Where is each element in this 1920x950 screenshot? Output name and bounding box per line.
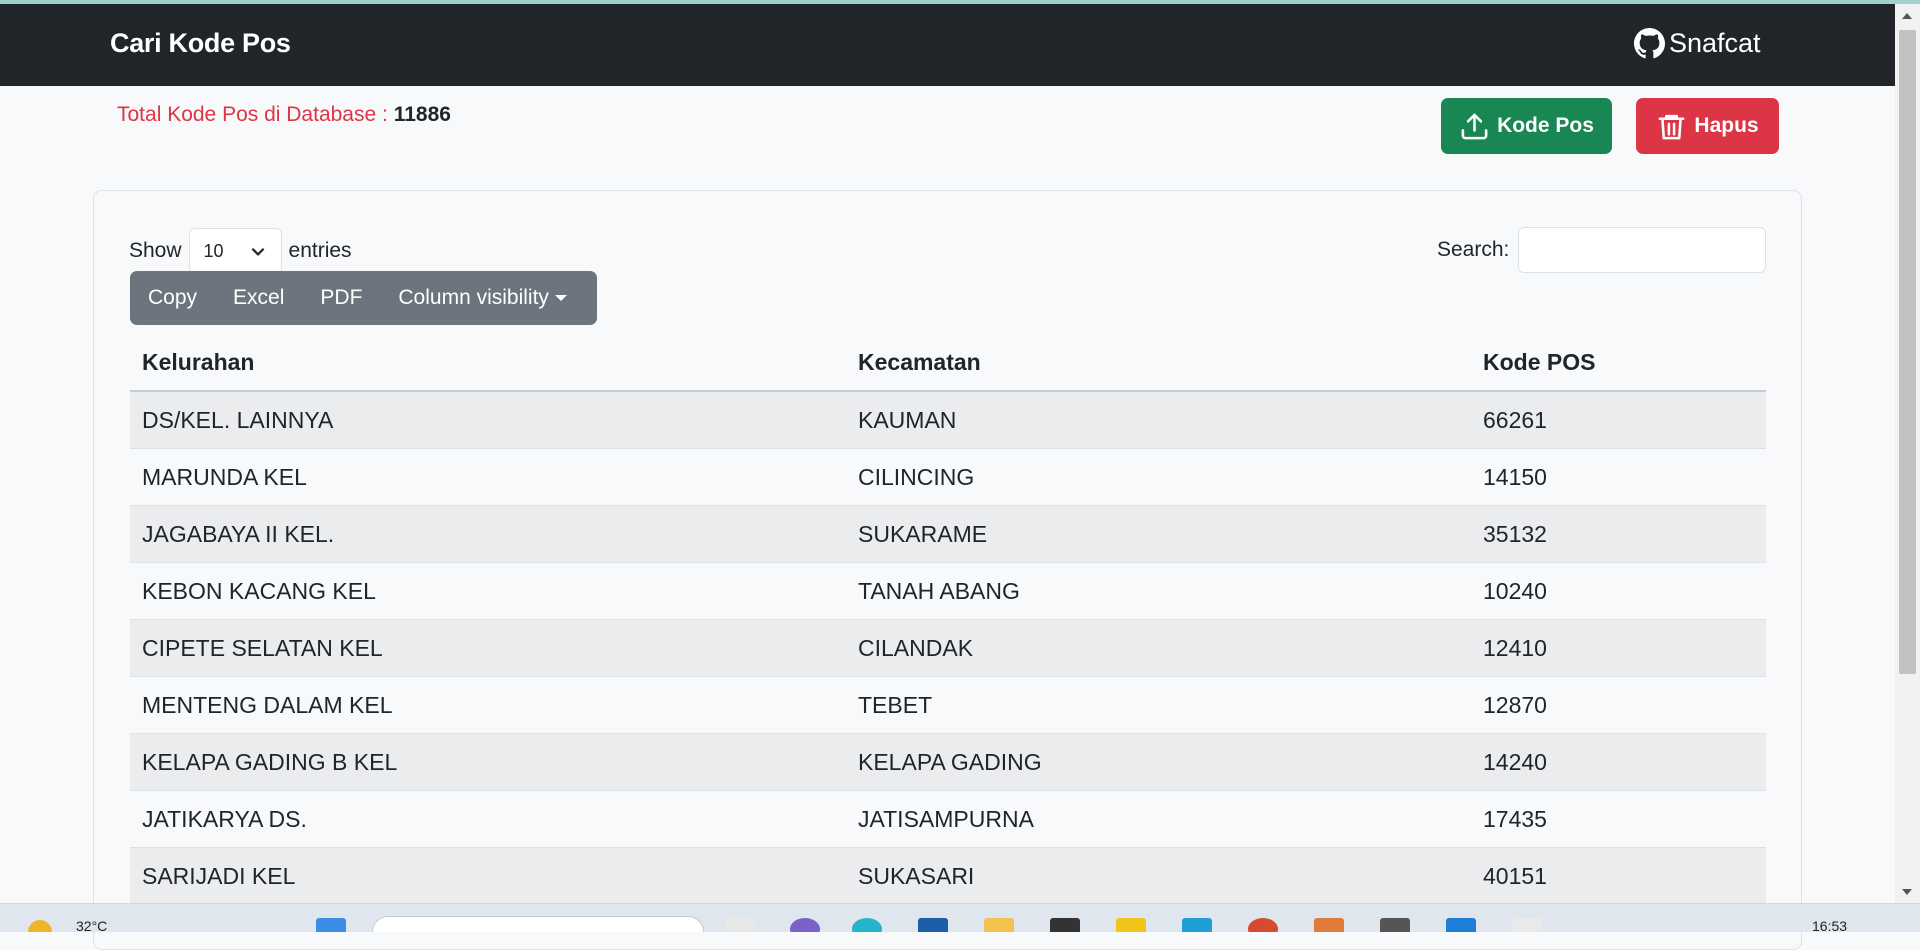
cell-kelurahan: DS/KEL. LAINNYA <box>130 391 846 449</box>
table-row: MENTENG DALAM KEL TEBET 12870 <box>130 676 1766 734</box>
table-row: JAGABAYA II KEL. SUKARAME 35132 <box>130 505 1766 563</box>
header-kelurahan[interactable]: Kelurahan <box>130 334 846 392</box>
entries-length-control: Show 10 entries <box>129 228 352 274</box>
table-row: KEBON KACANG KEL TANAH ABANG 10240 <box>130 562 1766 620</box>
upload-kode-pos-button[interactable]: Kode Pos <box>1441 98 1612 154</box>
brand-title[interactable]: Cari Kode Pos <box>110 28 291 59</box>
table-search: Search: <box>1437 227 1767 273</box>
os-taskbar: 32°C 16:53 <box>0 903 1920 932</box>
cell-kode-pos: 12870 <box>1471 676 1766 734</box>
cell-kelurahan: MENTENG DALAM KEL <box>130 676 846 734</box>
entries-select-value: 10 <box>203 240 224 261</box>
table-row: SARIJADI KEL SUKASARI 40151 <box>130 847 1766 905</box>
upload-icon <box>1461 113 1488 139</box>
cell-kecamatan: CILINCING <box>846 448 1471 506</box>
cell-kode-pos: 14150 <box>1471 448 1766 506</box>
cell-kecamatan: SUKARAME <box>846 505 1471 563</box>
delete-button-label: Hapus <box>1694 114 1759 137</box>
column-visibility-label: Column visibility <box>398 286 549 309</box>
table-row: DS/KEL. LAINNYA KAUMAN 66261 <box>130 391 1766 449</box>
pdf-button[interactable]: PDF <box>302 271 380 325</box>
search-label: Search: <box>1437 238 1510 261</box>
cell-kelurahan: MARUNDA KEL <box>130 448 846 506</box>
header-kode-pos[interactable]: Kode POS <box>1471 334 1766 392</box>
taskbar-clock[interactable]: 16:53 <box>1812 918 1847 932</box>
entries-label: entries <box>288 239 352 262</box>
folder-icon[interactable] <box>984 918 1014 932</box>
cell-kode-pos: 12410 <box>1471 619 1766 677</box>
cell-kecamatan: SUKASARI <box>846 847 1471 905</box>
start-icon[interactable] <box>316 918 346 932</box>
cell-kecamatan: CILANDAK <box>846 619 1471 677</box>
search-input[interactable] <box>1518 227 1767 273</box>
app-icon[interactable] <box>1182 918 1212 932</box>
total-label: Total Kode Pos di Database : <box>117 103 388 126</box>
table-header-row: Kelurahan Kecamatan Kode POS <box>130 334 1766 392</box>
chat-icon[interactable] <box>790 918 820 932</box>
github-link[interactable]: Snafcat <box>1634 28 1761 59</box>
table-row: MARUNDA KEL CILINCING 14150 <box>130 448 1766 506</box>
table-row: JATIKARYA DS. JATISAMPURNA 17435 <box>130 790 1766 848</box>
app-icon[interactable] <box>918 918 948 932</box>
cell-kode-pos: 10240 <box>1471 562 1766 620</box>
app-icon[interactable] <box>1314 918 1344 932</box>
taskbar-search[interactable] <box>372 916 704 932</box>
app-icon[interactable] <box>1512 918 1542 932</box>
scrollbar-thumb[interactable] <box>1899 30 1916 674</box>
delete-button[interactable]: Hapus <box>1636 98 1779 154</box>
table-row: KELAPA GADING B KEL KELAPA GADING 14240 <box>130 733 1766 791</box>
excel-button[interactable]: Excel <box>215 271 302 325</box>
github-label: Snafcat <box>1669 28 1761 58</box>
cell-kode-pos: 17435 <box>1471 790 1766 848</box>
show-label: Show <box>129 239 182 262</box>
total-value: 11886 <box>393 103 451 126</box>
chevron-down-icon <box>251 247 264 256</box>
weather-icon[interactable] <box>28 920 52 932</box>
export-button-group: Copy Excel PDF Column visibility <box>130 271 597 325</box>
page-scrollbar[interactable] <box>1895 4 1920 903</box>
scroll-down-icon[interactable] <box>1902 889 1912 895</box>
upload-button-label: Kode Pos <box>1497 114 1594 137</box>
total-count: Total Kode Pos di Database : 11886 <box>117 103 451 127</box>
cell-kecamatan: KAUMAN <box>846 391 1471 449</box>
cell-kecamatan: KELAPA GADING <box>846 733 1471 791</box>
copy-button[interactable]: Copy <box>130 271 215 325</box>
cell-kecamatan: TANAH ABANG <box>846 562 1471 620</box>
entries-select[interactable]: 10 <box>188 228 282 274</box>
column-visibility-button[interactable]: Column visibility <box>380 271 585 325</box>
trash-icon <box>1658 114 1685 139</box>
edge-icon[interactable] <box>852 918 882 932</box>
app-icon[interactable] <box>1248 918 1278 932</box>
table-row: CIPETE SELATAN KEL CILANDAK 12410 <box>130 619 1766 677</box>
cell-kode-pos: 66261 <box>1471 391 1766 449</box>
header-kecamatan[interactable]: Kecamatan <box>846 334 1471 392</box>
kode-pos-table: Kelurahan Kecamatan Kode POS DS/KEL. LAI… <box>130 334 1766 905</box>
app-icon[interactable] <box>726 918 756 932</box>
cell-kelurahan: KEBON KACANG KEL <box>130 562 846 620</box>
caret-down-icon <box>554 295 567 301</box>
terminal-icon[interactable] <box>1050 918 1080 932</box>
scroll-up-icon[interactable] <box>1902 13 1912 19</box>
cell-kode-pos: 35132 <box>1471 505 1766 563</box>
app-icon[interactable] <box>1116 918 1146 932</box>
cell-kode-pos: 40151 <box>1471 847 1766 905</box>
weather-temperature[interactable]: 32°C <box>76 918 107 932</box>
cell-kode-pos: 14240 <box>1471 733 1766 791</box>
cell-kelurahan: SARIJADI KEL <box>130 847 846 905</box>
vscode-icon[interactable] <box>1446 918 1476 932</box>
cell-kelurahan: JAGABAYA II KEL. <box>130 505 846 563</box>
cell-kelurahan: CIPETE SELATAN KEL <box>130 619 846 677</box>
cell-kecamatan: TEBET <box>846 676 1471 734</box>
cell-kecamatan: JATISAMPURNA <box>846 790 1471 848</box>
cell-kelurahan: JATIKARYA DS. <box>130 790 846 848</box>
github-icon <box>1634 28 1665 59</box>
cell-kelurahan: KELAPA GADING B KEL <box>130 733 846 791</box>
app-icon[interactable] <box>1380 918 1410 932</box>
navbar: Cari Kode Pos Snafcat <box>0 4 1895 86</box>
